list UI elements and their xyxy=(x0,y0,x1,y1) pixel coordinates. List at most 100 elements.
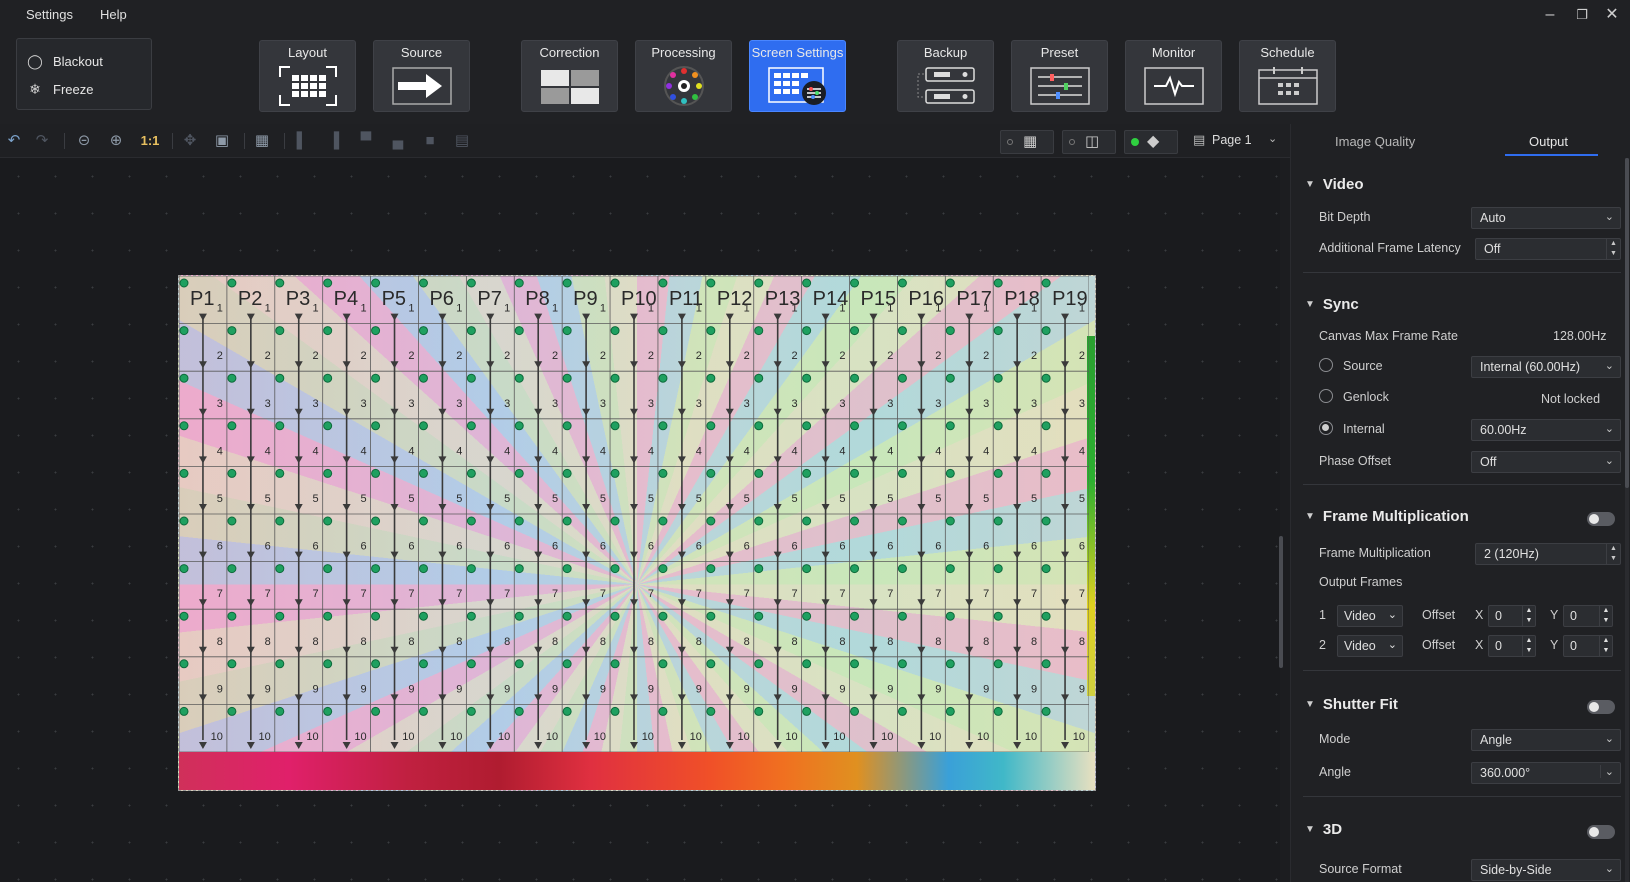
section-3d[interactable]: ▼ 3D xyxy=(1305,821,1342,838)
phase-offset-select[interactable]: Off ⌄ xyxy=(1471,451,1621,473)
cabinet-number: 8 xyxy=(265,636,271,648)
canvas-scrollbar[interactable] xyxy=(1279,536,1283,668)
fit-screen-icon[interactable]: ▣ xyxy=(212,131,232,151)
offset-x-spinbox[interactable]: 0 ▲ ▼ xyxy=(1488,635,1536,657)
section-frame-multiplication[interactable]: ▼ Frame Multiplication xyxy=(1305,508,1469,525)
layer-view-toggle-3[interactable]: ◆ xyxy=(1124,130,1178,154)
cabinet-number: 2 xyxy=(313,350,319,362)
sync-source-select[interactable]: Internal (60.00Hz) ⌄ xyxy=(1471,356,1621,378)
zoom-1to1-button[interactable]: 1:1 xyxy=(138,131,162,151)
cabinet-number: 7 xyxy=(983,588,989,600)
cabinet-number: 4 xyxy=(983,445,989,457)
align-bottom-icon[interactable]: ▄ xyxy=(388,131,408,151)
correction-button[interactable]: Correction xyxy=(521,40,618,112)
zoom-out-icon[interactable]: ⊝ xyxy=(74,131,94,151)
layer-view-toggle-2[interactable]: ◫ xyxy=(1062,130,1116,154)
minimize-icon[interactable]: – xyxy=(1538,4,1562,26)
backup-button[interactable]: Backup xyxy=(897,40,994,112)
led-screen[interactable]: P1 1 2 3 4 5 6 7 8 9 10 P2 1 2 3 4 5 6 7 8 9 10 P3 1 2 3 4 5 6 7 8 9 10 P… xyxy=(178,275,1096,791)
layout-button[interactable]: Layout xyxy=(259,40,356,112)
flow-arrow-icon xyxy=(438,504,447,511)
monitor-label: Monitor xyxy=(1151,45,1196,60)
layers-icon: ◆ xyxy=(1147,133,1160,150)
section-video[interactable]: ▼ Video xyxy=(1305,176,1363,193)
cabinet-number: 10 xyxy=(306,731,318,743)
spin-arrows-icon[interactable]: ▲ ▼ xyxy=(1606,239,1620,259)
genlock-radio[interactable] xyxy=(1319,389,1333,403)
cabinet-node xyxy=(466,611,476,621)
tab-output[interactable]: Output xyxy=(1529,134,1568,149)
chevron-down-icon[interactable]: ⌄ xyxy=(1268,132,1277,145)
offset-y-spinbox[interactable]: 0 ▲ ▼ xyxy=(1563,635,1613,657)
internal-rate-select[interactable]: 60.00Hz ⌄ xyxy=(1471,419,1621,441)
panel-scrollbar[interactable] xyxy=(1625,158,1629,882)
undo-icon[interactable]: ↶ xyxy=(4,131,24,151)
latency-spinbox[interactable]: Off ▲ ▼ xyxy=(1475,238,1621,260)
section-divider xyxy=(1303,272,1621,273)
shutter-angle-select[interactable]: 360.000° ⌄ xyxy=(1471,762,1621,784)
source-button[interactable]: Source xyxy=(373,40,470,112)
output-frame-type-select[interactable]: Video ⌄ xyxy=(1337,605,1403,627)
cabinet-number: 9 xyxy=(504,683,510,695)
cabinet-node xyxy=(993,611,1003,621)
bit-depth-select[interactable]: Auto ⌄ xyxy=(1471,207,1621,229)
preset-button[interactable]: Preset xyxy=(1011,40,1108,112)
processing-button[interactable]: Processing xyxy=(635,40,732,112)
freeze-button[interactable]: ❄ Freeze xyxy=(27,81,93,98)
section-shutter-fit[interactable]: ▼ Shutter Fit xyxy=(1305,696,1398,713)
cabinet-node xyxy=(754,564,764,574)
cabinet-number: 1 xyxy=(600,303,606,315)
layer-view-toggle-1[interactable]: ▦ xyxy=(1000,130,1054,154)
offset-x-spinbox[interactable]: 0 ▲ ▼ xyxy=(1488,605,1536,627)
tab-image-quality[interactable]: Image Quality xyxy=(1335,134,1415,149)
panel-scrollbar-thumb[interactable] xyxy=(1625,158,1629,488)
flow-arrow-icon xyxy=(917,313,926,321)
spin-arrows-icon[interactable]: ▲ ▼ xyxy=(1522,636,1535,656)
three-d-toggle[interactable] xyxy=(1587,825,1615,839)
restore-icon[interactable]: ❐ xyxy=(1570,4,1594,26)
screen-settings-button[interactable]: Screen Settings xyxy=(749,40,846,112)
shutter-fit-toggle[interactable] xyxy=(1587,700,1615,714)
redo-icon[interactable]: ↷ xyxy=(32,131,52,151)
align-right-icon[interactable]: ▐ xyxy=(324,131,344,151)
frame-mult-spinbox[interactable]: 2 (120Hz) ▲ ▼ xyxy=(1475,543,1621,565)
flow-arrow-icon xyxy=(965,313,974,321)
distribute-vertical-icon[interactable]: ▤ xyxy=(452,131,472,151)
cabinet-number: 4 xyxy=(696,445,702,457)
flow-arrow-icon xyxy=(725,646,734,654)
fit-center-icon[interactable]: ✥ xyxy=(180,131,200,151)
section-sync[interactable]: ▼ Sync xyxy=(1305,296,1359,313)
shutter-mode-select[interactable]: Angle ⌄ xyxy=(1471,729,1621,751)
frame-mult-toggle[interactable] xyxy=(1587,512,1615,526)
internal-radio[interactable] xyxy=(1319,421,1333,435)
spin-arrows-icon[interactable]: ▲ ▼ xyxy=(1599,636,1612,656)
spin-arrows-icon[interactable]: ▲ ▼ xyxy=(1606,544,1620,564)
spin-arrows-icon[interactable]: ▲ ▼ xyxy=(1522,606,1535,626)
flow-arrow-icon xyxy=(1013,313,1022,321)
source-radio[interactable] xyxy=(1319,358,1333,372)
schedule-button[interactable]: Schedule xyxy=(1239,40,1336,112)
cabinet-node xyxy=(179,659,189,669)
align-left-icon[interactable]: ▌ xyxy=(292,131,312,151)
spin-arrows-icon[interactable]: ▲ ▼ xyxy=(1599,606,1612,626)
cabinet-node xyxy=(562,611,572,621)
grid-icon[interactable]: ▦ xyxy=(252,131,272,151)
cabinet-node xyxy=(658,611,668,621)
cabinet-number: 5 xyxy=(600,493,606,505)
menu-help[interactable]: Help xyxy=(100,7,127,22)
page-selector[interactable]: Page 1 xyxy=(1212,133,1252,147)
align-top-icon[interactable]: ▀ xyxy=(356,131,376,151)
blackout-button[interactable]: ◯ Blackout xyxy=(27,53,103,70)
source-format-select[interactable]: Side-by-Side ⌄ xyxy=(1471,859,1621,881)
offset-y-spinbox[interactable]: 0 ▲ ▼ xyxy=(1563,605,1613,627)
close-icon[interactable]: ✕ xyxy=(1600,4,1624,26)
cabinet-node xyxy=(323,373,333,383)
x-label: X xyxy=(1475,638,1484,652)
distribute-horizontal-icon[interactable]: ■ xyxy=(420,131,440,151)
menu-settings[interactable]: Settings xyxy=(26,7,73,22)
cabinet-node xyxy=(562,326,572,336)
zoom-in-icon[interactable]: ⊕ xyxy=(106,131,126,151)
cabinet-number: 5 xyxy=(648,493,654,505)
output-frame-type-select[interactable]: Video ⌄ xyxy=(1337,635,1403,657)
monitor-button[interactable]: Monitor xyxy=(1125,40,1222,112)
